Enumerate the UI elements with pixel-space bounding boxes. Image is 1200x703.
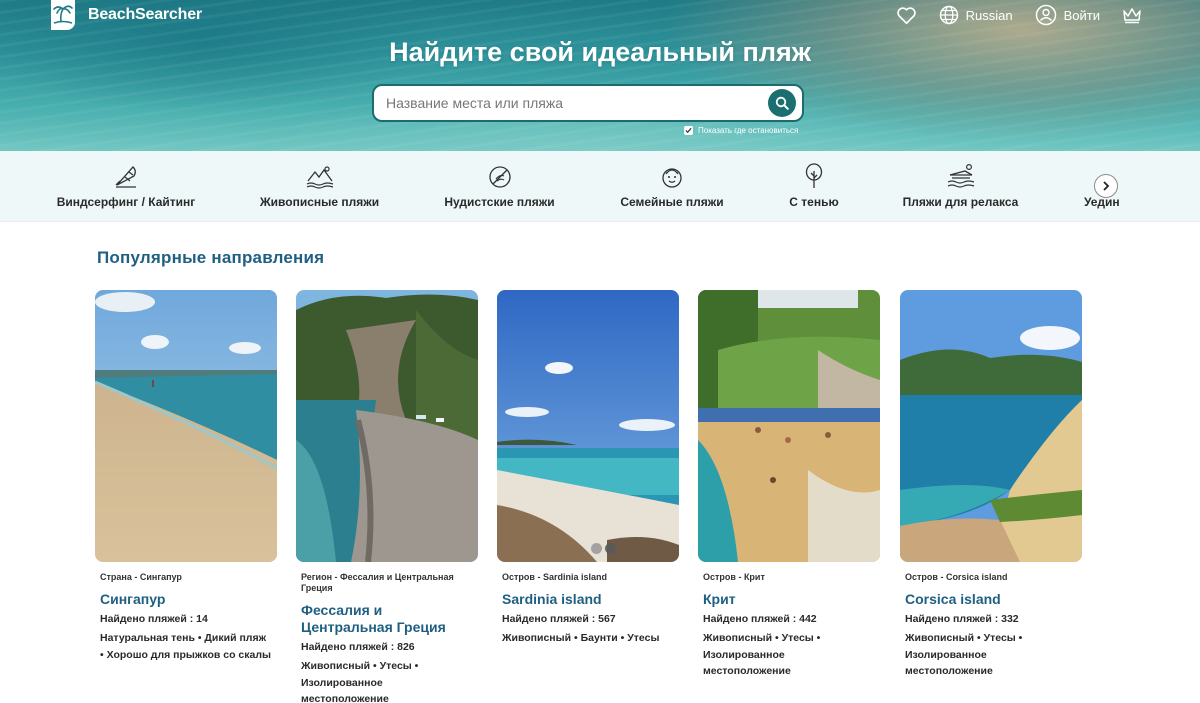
hero-title: Найдите свой идеальный пляж [389, 37, 811, 67]
shade-tree-icon [805, 163, 823, 188]
destination-card: Остров - Крит Крит Найдено пляжей : 442 … [698, 290, 880, 680]
destination-card: Остров - Corsica island Corsica island Н… [900, 290, 1082, 680]
language-label: Russian [965, 7, 1013, 23]
stay-option[interactable]: Показать где остановиться [684, 126, 798, 135]
destination-name[interactable]: Крит [703, 591, 875, 608]
destination-name[interactable]: Corsica island [905, 591, 1077, 608]
favorites-button[interactable] [896, 6, 917, 25]
search-button[interactable] [768, 89, 796, 117]
relax-icon [947, 163, 974, 188]
category-family[interactable]: Семейные пляжи [620, 151, 724, 221]
destination-tags: Живописный • Утесы • Изолированное место… [301, 660, 419, 703]
top-nav: Russian Войти [874, 4, 1142, 26]
beach-count: Найдено пляжей : 442 [703, 613, 817, 625]
beach-photo [296, 290, 478, 562]
login-button[interactable]: Войти [1035, 4, 1100, 26]
beach-photo [900, 290, 1082, 562]
carousel-prev-dot[interactable] [591, 543, 602, 554]
carousel-next-dot[interactable] [605, 543, 616, 554]
category-relax[interactable]: Пляжи для релакса [902, 151, 1019, 221]
language-selector[interactable]: Russian [939, 5, 1013, 25]
beach-count: Найдено пляжей : 332 [905, 613, 1019, 625]
category-bar: Виндсерфинг / Кайтинг Живописные пляжи Н… [0, 151, 1200, 222]
destination-tags: Натуральная тень • Дикий пляж • Хорошо д… [100, 632, 271, 661]
stay-checkbox[interactable] [684, 126, 693, 135]
category-shade[interactable]: С тенью [789, 151, 839, 221]
logo[interactable]: BeachSearcher [48, 0, 202, 30]
category-label: Виндсерфинг / Кайтинг [56, 195, 196, 209]
destination-photo[interactable] [95, 290, 277, 562]
premium-button[interactable] [1122, 7, 1142, 24]
category-next-button[interactable] [1094, 174, 1118, 198]
hero-banner: BeachSearcher Russian Войти Найдите свой… [0, 0, 1200, 151]
heart-icon [896, 6, 916, 24]
beach-count: Найдено пляжей : 826 [301, 641, 415, 653]
palm-logo-icon [51, 0, 75, 30]
beach-count: Найдено пляжей : 14 [100, 613, 208, 625]
scenic-icon [306, 166, 333, 189]
category-label: Семейные пляжи [620, 195, 724, 209]
carousel-dots [591, 543, 619, 554]
family-icon [662, 168, 682, 188]
destination-card: Остров - Sardinia island Sardinia island… [497, 290, 679, 647]
search-input[interactable] [374, 86, 768, 120]
nudist-icon [488, 166, 511, 188]
destination-photo[interactable] [698, 290, 880, 562]
destination-type: Остров - Крит [703, 572, 765, 582]
category-scenic[interactable]: Живописные пляжи [259, 151, 380, 221]
beach-photo [698, 290, 880, 562]
globe-icon [939, 5, 958, 25]
beach-count: Найдено пляжей : 567 [502, 613, 616, 625]
section-title: Популярные направления [97, 248, 325, 267]
chevron-right-icon [1103, 181, 1110, 191]
search-box [372, 84, 804, 122]
destination-name[interactable]: Sardinia island [502, 591, 674, 608]
destination-card: Страна - Сингапур Сингапур Найдено пляже… [95, 290, 277, 663]
crown-icon [1123, 7, 1141, 23]
search-icon [775, 96, 789, 110]
destination-card: Регион - Фессалия и Центральная Греция Ф… [296, 290, 478, 703]
destination-tags: Живописный • Баунти • Утесы [502, 632, 660, 644]
destination-type: Остров - Corsica island [905, 572, 1008, 582]
category-label: С тенью [789, 195, 839, 209]
destination-photo[interactable] [296, 290, 478, 562]
beach-photo [95, 290, 277, 562]
category-windsurf[interactable]: Виндсерфинг / Кайтинг [56, 151, 196, 221]
beach-photo [497, 290, 679, 562]
login-label: Войти [1063, 7, 1100, 23]
category-label: Нудистские пляжи [444, 195, 555, 209]
user-icon [1035, 4, 1056, 26]
destination-photo[interactable] [497, 290, 679, 562]
destination-name[interactable]: Сингапур [100, 591, 272, 608]
destination-photo[interactable] [900, 290, 1082, 562]
stay-checkbox-label: Показать где остановиться [698, 126, 799, 135]
category-nudist[interactable]: Нудистские пляжи [444, 151, 555, 221]
windsurf-icon [115, 166, 136, 188]
destination-tags: Живописный • Утесы • Изолированное место… [905, 632, 1023, 677]
category-label: Живописные пляжи [259, 195, 380, 209]
brand-name: BeachSearcher [88, 6, 202, 23]
destination-type: Остров - Sardinia island [502, 572, 607, 582]
destination-type: Регион - Фессалия и Центральная Греция [301, 572, 454, 593]
category-label: Пляжи для релакса [902, 195, 1019, 209]
destination-tags: Живописный • Утесы • Изолированное место… [703, 632, 821, 677]
destination-type: Страна - Сингапур [100, 572, 182, 582]
destination-name[interactable]: Фессалия и Центральная Греция [301, 602, 473, 636]
checkmark-icon [685, 127, 692, 134]
